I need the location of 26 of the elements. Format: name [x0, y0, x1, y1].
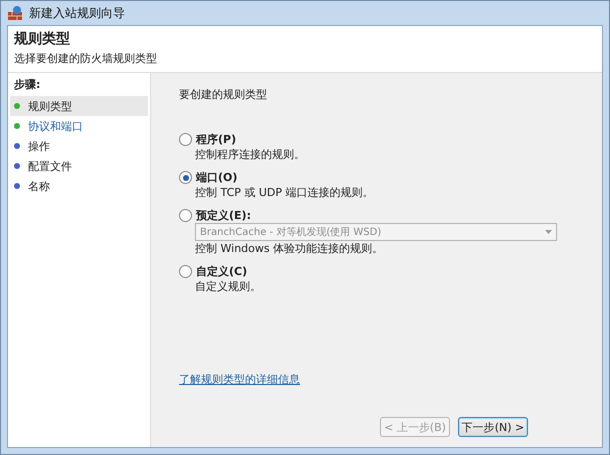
option-description: 控制程序连接的规则。 [194, 147, 306, 162]
radio-button[interactable] [179, 209, 192, 222]
option-label[interactable]: 程序(P) [196, 132, 236, 147]
steps-heading: 步骤: [13, 77, 42, 93]
option-label[interactable]: 端口(O) [196, 170, 238, 185]
caret-icon [545, 230, 552, 234]
radio-button[interactable] [179, 133, 192, 146]
option-description: 控制 Windows 体验功能连接的规则。 [194, 241, 384, 256]
option-label[interactable]: 预定义(E): [196, 208, 251, 223]
prompt-text: 要创建的规则类型 [179, 87, 268, 102]
radio-button[interactable] [179, 171, 192, 184]
step-item[interactable]: 协议和端口 [10, 116, 148, 136]
step-item[interactable]: 规则类型 [10, 96, 148, 116]
option-label[interactable]: 自定义(C) [196, 264, 248, 279]
page-subtitle: 选择要创建的防火墙规则类型 [14, 51, 158, 66]
step-item[interactable]: 名称 [10, 176, 148, 196]
help-link[interactable]: 了解规则类型的详细信息 [179, 372, 300, 387]
window-title: 新建入站规则向导 [29, 4, 125, 22]
page-title: 规则类型 [14, 30, 71, 48]
firewall-icon [7, 5, 23, 21]
option-description: 自定义规则。 [194, 279, 262, 294]
step-item[interactable]: 操作 [10, 136, 148, 156]
wizard-button[interactable]: 下一步(N) > [458, 417, 528, 437]
radio-button[interactable] [179, 265, 192, 278]
option-description: 控制 TCP 或 UDP 端口连接的规则。 [194, 185, 375, 200]
step-item[interactable]: 配置文件 [10, 156, 148, 176]
